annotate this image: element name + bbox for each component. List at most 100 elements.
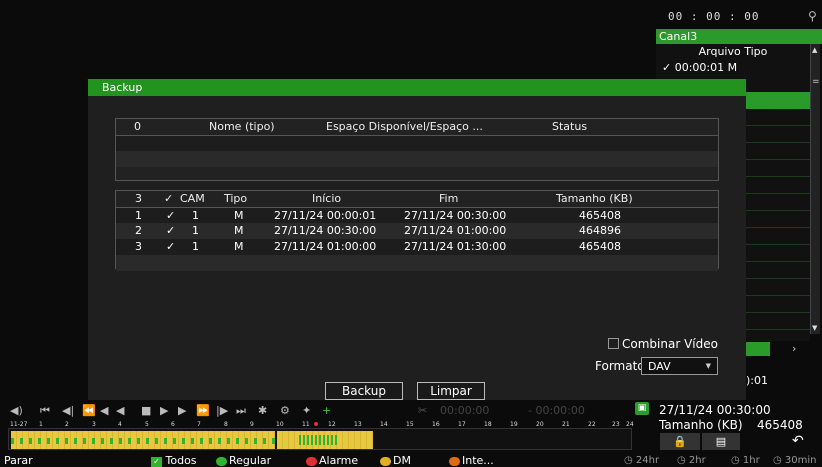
timeline-tick: 10 <box>276 421 284 428</box>
zoom-1hr[interactable]: ◷ 1hr <box>731 455 760 466</box>
smart-search-icon[interactable]: ✱ <box>258 404 267 417</box>
file-list-icon[interactable]: ▤ <box>702 433 740 450</box>
select-all-checkbox[interactable]: ✓ <box>164 191 173 207</box>
slow-forward-icon[interactable]: ▶ <box>178 404 186 417</box>
timeline-tick: 5 <box>145 421 149 428</box>
timeline-tick: 6 <box>171 421 175 428</box>
timeline-tick: 12 <box>328 421 336 428</box>
time-display: 00 : 00 : 00 <box>668 10 760 23</box>
dm-dot-icon <box>380 456 391 466</box>
stop-icon[interactable]: ■ <box>141 404 151 417</box>
regular-marks <box>299 435 339 445</box>
file-type-header: Arquivo Tipo <box>698 45 768 58</box>
scroll-down-icon[interactable]: ▼ <box>812 324 817 332</box>
size-cell: 465408 <box>579 209 621 222</box>
clip-icon[interactable]: ✂ <box>418 404 427 417</box>
skip-end-icon[interactable]: ⏭ <box>236 404 246 418</box>
format-value: DAV <box>648 360 671 373</box>
start-cell: 27/11/24 01:00:00 <box>274 240 377 253</box>
save-clip-icon[interactable]: ▣ <box>635 402 649 415</box>
timeline-tick: 24 <box>626 421 634 428</box>
filter-inte[interactable]: Inte... <box>449 455 494 466</box>
list-area <box>746 109 810 341</box>
zoom-2hr[interactable]: ◷ 2hr <box>677 455 706 466</box>
zoom-label: 30min <box>784 455 817 466</box>
alarm-dot-icon <box>306 456 317 466</box>
page-indicator <box>746 342 770 356</box>
lock-icon[interactable]: 🔒 <box>660 433 700 450</box>
scroll-up-icon[interactable]: ▲ <box>812 46 817 54</box>
zoom-30min[interactable]: ◷ 30min <box>773 455 817 466</box>
table-row[interactable]: 2 ✓ 1 M 27/11/24 00:30:00 27/11/24 01:00… <box>116 223 718 239</box>
row-number: 1 <box>135 209 142 222</box>
search-icon[interactable]: ⚲ <box>808 9 817 23</box>
filter-inte-label: Inte... <box>462 454 494 467</box>
end-cell: 27/11/24 00:30:00 <box>404 209 507 222</box>
zoom-label: 24hr <box>635 455 660 466</box>
regular-marks <box>11 438 275 444</box>
row-checkbox[interactable]: ✓ <box>166 223 175 239</box>
combine-video-checkbox[interactable] <box>608 338 619 349</box>
table-row[interactable] <box>116 255 718 271</box>
clear-button[interactable]: Limpar <box>417 382 485 400</box>
reverse-play-icon[interactable]: ◀ <box>116 404 124 417</box>
event-icon[interactable]: ⚙ <box>280 404 290 417</box>
devices-table: 0 Nome (tipo) Espaço Disponível/Espaço .… <box>115 118 719 181</box>
filter-alarm[interactable]: Alarme <box>306 455 358 466</box>
start-cell: 27/11/24 00:00:01 <box>274 209 377 222</box>
fast-forward-icon[interactable]: ⏩ <box>196 404 210 417</box>
type-cell: M <box>234 224 244 237</box>
filter-all[interactable]: ✓ Todos <box>151 455 197 467</box>
row-number: 2 <box>135 224 142 237</box>
row-number: 3 <box>135 240 142 253</box>
backup-button[interactable]: Backup <box>325 382 403 400</box>
timeline[interactable] <box>8 428 632 450</box>
step-back-icon[interactable]: ◀| <box>62 404 74 417</box>
timeline-tick: 22 <box>588 421 596 428</box>
slow-back-icon[interactable]: ◀ <box>100 404 108 417</box>
add-tag-icon[interactable]: + <box>322 404 331 417</box>
table-row[interactable] <box>116 135 718 151</box>
list-item[interactable] <box>746 93 810 109</box>
combine-video-label: Combinar Vídeo <box>622 337 718 351</box>
column-header: Status <box>552 120 588 133</box>
fast-rewind-icon[interactable]: ⏪ <box>82 404 96 417</box>
format-select[interactable]: DAV ▼ <box>641 357 718 375</box>
filter-dm-label: DM <box>393 454 411 467</box>
table-row[interactable]: 1 ✓ 1 M 27/11/24 00:00:01 27/11/24 00:30… <box>116 207 718 223</box>
timeline-tick: 11 <box>302 421 310 428</box>
timeline-tick: 16 <box>432 421 440 428</box>
timeline-tick: 17 <box>458 421 466 428</box>
playhead-marker[interactable] <box>314 422 318 426</box>
row-checkbox[interactable]: ✓ <box>166 208 175 224</box>
row-checkbox[interactable]: ✓ <box>166 239 175 255</box>
end-cell: 27/11/24 01:30:00 <box>404 240 507 253</box>
column-header: CAM <box>180 192 205 205</box>
filter-dm[interactable]: DM <box>380 455 411 466</box>
column-header: 3 <box>135 192 142 205</box>
timeline-tick: 20 <box>536 421 544 428</box>
scroll-handle[interactable]: = <box>812 77 820 87</box>
filter-regular[interactable]: Regular <box>216 455 271 466</box>
list-scrollbar[interactable]: ▲ = ▼ <box>810 44 820 334</box>
channel-label[interactable]: Canal3 <box>656 29 822 44</box>
play-icon[interactable]: ▶ <box>160 404 168 417</box>
list-item[interactable]: ✓ 00:00:01 M <box>656 60 810 76</box>
timeline-tick: 21 <box>562 421 570 428</box>
skip-start-icon[interactable]: ⏮ <box>40 404 50 418</box>
filter-regular-label: Regular <box>229 454 272 467</box>
stop-label[interactable]: Parar <box>4 455 33 466</box>
next-page-icon[interactable]: › <box>792 342 796 355</box>
volume-icon[interactable]: ◀) <box>10 404 23 417</box>
zoom-24hr[interactable]: ◷ 24hr <box>624 455 659 466</box>
format-label: Formato <box>595 359 645 373</box>
timeline-tick: 11-27 <box>10 421 28 428</box>
filter-alarm-label: Alarme <box>319 454 359 467</box>
table-row[interactable]: 3 ✓ 1 M 27/11/24 01:00:00 27/11/24 01:30… <box>116 239 718 255</box>
back-icon[interactable]: ↶ <box>792 433 804 449</box>
table-row[interactable] <box>116 151 718 167</box>
step-forward-icon[interactable]: |▶ <box>216 404 228 417</box>
size-cell: 464896 <box>579 224 621 237</box>
cam-cell: 1 <box>192 224 199 237</box>
tag-icon[interactable]: ✦ <box>302 404 311 417</box>
